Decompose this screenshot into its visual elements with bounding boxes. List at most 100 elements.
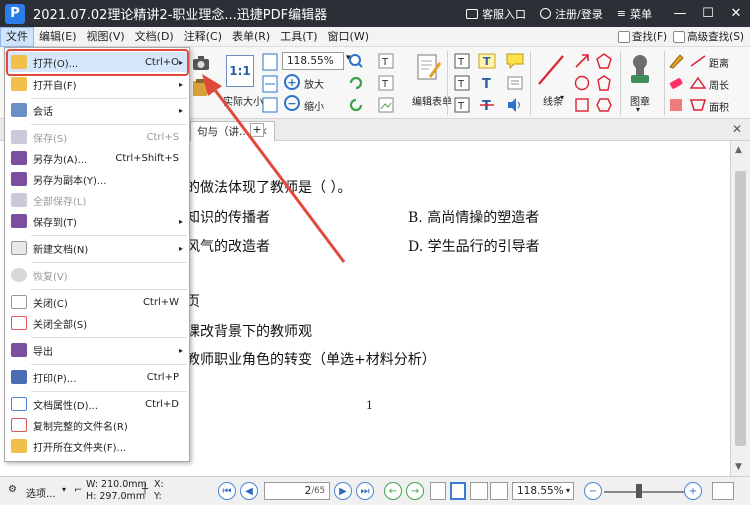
fit-visible-icon[interactable] [262, 97, 278, 113]
new-tab-button[interactable]: + [250, 123, 264, 137]
page-number-input[interactable]: 2 /65 [264, 482, 330, 500]
text-tool-icon[interactable]: T [378, 53, 394, 69]
find-button[interactable]: 查找(F) [617, 29, 667, 44]
zoom-slider-thumb[interactable] [636, 484, 642, 498]
next-page-button[interactable]: ▶ [334, 482, 352, 500]
zoom-slider[interactable] [604, 491, 684, 493]
menu-item-save-as[interactable]: 另存为(A)... Ctrl+Shift+S [5, 148, 189, 168]
close-window-button[interactable]: ✕ [722, 6, 750, 21]
menu-edit[interactable]: 编辑(E) [34, 27, 82, 47]
menu-item-session[interactable]: 会话 ▸ [5, 100, 189, 120]
camera-icon[interactable] [192, 55, 210, 71]
search-zoom-icon[interactable] [348, 53, 364, 69]
pencil-icon[interactable] [668, 53, 684, 69]
text-field-icon[interactable]: T [454, 53, 470, 69]
polygon-tool-icon[interactable] [596, 75, 612, 91]
status-zoom-dropdown-icon[interactable]: ▾ [566, 486, 570, 495]
typewriter-icon[interactable]: T [478, 53, 496, 69]
eraser-icon[interactable] [668, 75, 684, 91]
menu-item-save-all[interactable]: 全部保存(L) [5, 190, 189, 210]
rotate-back-icon[interactable] [348, 97, 364, 113]
edit-form-icon[interactable] [416, 53, 442, 83]
previous-page-button[interactable]: ◀ [240, 482, 258, 500]
fit-page-icon[interactable] [262, 53, 278, 71]
menu-tools[interactable]: 工具(T) [275, 27, 322, 47]
back-button[interactable]: ← [384, 482, 402, 500]
add-text-icon[interactable]: T [378, 75, 394, 91]
text-style-icon[interactable]: T [478, 75, 496, 91]
menu-item-export[interactable]: 导出 ▸ [5, 340, 189, 360]
hexagon-tool-icon[interactable] [596, 97, 612, 113]
options-dropdown-icon[interactable]: ▾ [62, 485, 66, 494]
zoom-in-status-button[interactable]: + [684, 482, 702, 500]
menu-view[interactable]: 视图(V) [82, 27, 130, 47]
maximize-button[interactable]: ☐ [694, 6, 722, 21]
actual-size-icon[interactable]: 1:1 [226, 55, 254, 87]
fit-width-icon[interactable] [262, 75, 278, 93]
zoom-in-button[interactable]: + [284, 74, 300, 90]
scroll-down-icon[interactable]: ▼ [735, 462, 742, 472]
menu-item-new-document[interactable]: 新建文档(N) ▸ [5, 238, 189, 258]
zoom-out-status-button[interactable]: − [584, 482, 602, 500]
sticky-note-icon[interactable] [506, 53, 524, 69]
rotate-icon[interactable] [348, 75, 364, 91]
menu-item-save-copy[interactable]: 另存为副本(Y)... [5, 169, 189, 189]
gear-icon[interactable]: ⚙ [8, 484, 17, 495]
strikethrough-icon[interactable]: T [478, 97, 496, 113]
menu-item-properties[interactable]: 文档属性(D)... Ctrl+D [5, 394, 189, 414]
menu-item-open-from[interactable]: 打开自(F) ▸ [5, 74, 189, 94]
zoom-out-button[interactable]: − [284, 95, 300, 111]
login-button[interactable]: 注册/登录 [540, 6, 603, 22]
facing-layout-button[interactable] [470, 482, 488, 500]
menu-item-save-to[interactable]: 保存到(T) ▸ [5, 211, 189, 231]
menu-item-save[interactable]: 保存(S) Ctrl+S [5, 127, 189, 147]
line-dropdown-icon[interactable]: ▾ [560, 93, 564, 102]
distance-icon[interactable] [690, 54, 706, 68]
single-page-layout-button[interactable] [430, 482, 446, 500]
zoom-select[interactable]: 118.55% [282, 52, 344, 70]
ellipse-tool-icon[interactable] [574, 75, 590, 91]
continuous-layout-button[interactable] [450, 482, 466, 500]
last-page-button[interactable]: ⏭ [356, 482, 374, 500]
menu-item-revert[interactable]: 恢复(V) [5, 265, 189, 285]
scroll-thumb[interactable] [735, 171, 746, 446]
highlight-area-icon[interactable] [668, 97, 684, 113]
sound-icon[interactable] [506, 97, 524, 113]
minimize-button[interactable]: — [666, 6, 694, 21]
scroll-up-icon[interactable]: ▲ [735, 145, 742, 155]
first-page-button[interactable]: ⏮ [218, 482, 236, 500]
menu-window[interactable]: 窗口(W) [323, 27, 374, 47]
area-icon[interactable] [690, 98, 706, 112]
menu-item-close[interactable]: 关闭(C) Ctrl+W [5, 292, 189, 312]
paste-icon[interactable] [192, 79, 208, 97]
arrow-tool-icon[interactable] [574, 53, 590, 69]
continuous-facing-layout-button[interactable] [490, 482, 508, 500]
fullscreen-button[interactable] [712, 482, 734, 500]
menu-item-close-all[interactable]: 关闭全部(S) [5, 313, 189, 333]
menu-item-print[interactable]: 打印(P)... Ctrl+P [5, 367, 189, 387]
vertical-scrollbar[interactable]: ▲ ▼ [730, 141, 750, 476]
status-zoom-select[interactable]: 118.55% [512, 482, 574, 500]
rectangle-tool-icon[interactable] [574, 97, 590, 113]
menu-item-copy-filename[interactable]: 复制完整的文件名(R) [5, 415, 189, 435]
pentagon-tool-icon[interactable] [596, 53, 612, 69]
menu-comment[interactable]: 注释(C) [179, 27, 227, 47]
callout-icon[interactable]: T [454, 97, 470, 113]
menu-file[interactable]: 文件 [0, 26, 34, 47]
line-tool-icon[interactable] [536, 53, 566, 87]
stamp-dropdown-icon[interactable]: ▾ [636, 105, 640, 114]
menu-document[interactable]: 文档(D) [130, 27, 179, 47]
forward-button[interactable]: → [406, 482, 424, 500]
text-box-icon[interactable]: T [454, 75, 470, 91]
perimeter-icon[interactable] [690, 76, 706, 90]
main-menu-button[interactable]: ≡ 菜单 [617, 6, 652, 22]
customer-service-button[interactable]: 客服入口 [466, 6, 526, 22]
menu-item-open-folder[interactable]: 打开所在文件夹(F)... [5, 436, 189, 456]
attachment-icon[interactable] [506, 75, 524, 91]
close-document-button[interactable]: ✕ [732, 122, 742, 136]
advanced-find-button[interactable]: 高级查找(S) [673, 29, 744, 44]
add-image-icon[interactable] [378, 97, 394, 113]
stamp-icon[interactable] [628, 53, 652, 87]
menu-form[interactable]: 表单(R) [227, 27, 275, 47]
options-button[interactable]: 选项... [26, 485, 56, 500]
